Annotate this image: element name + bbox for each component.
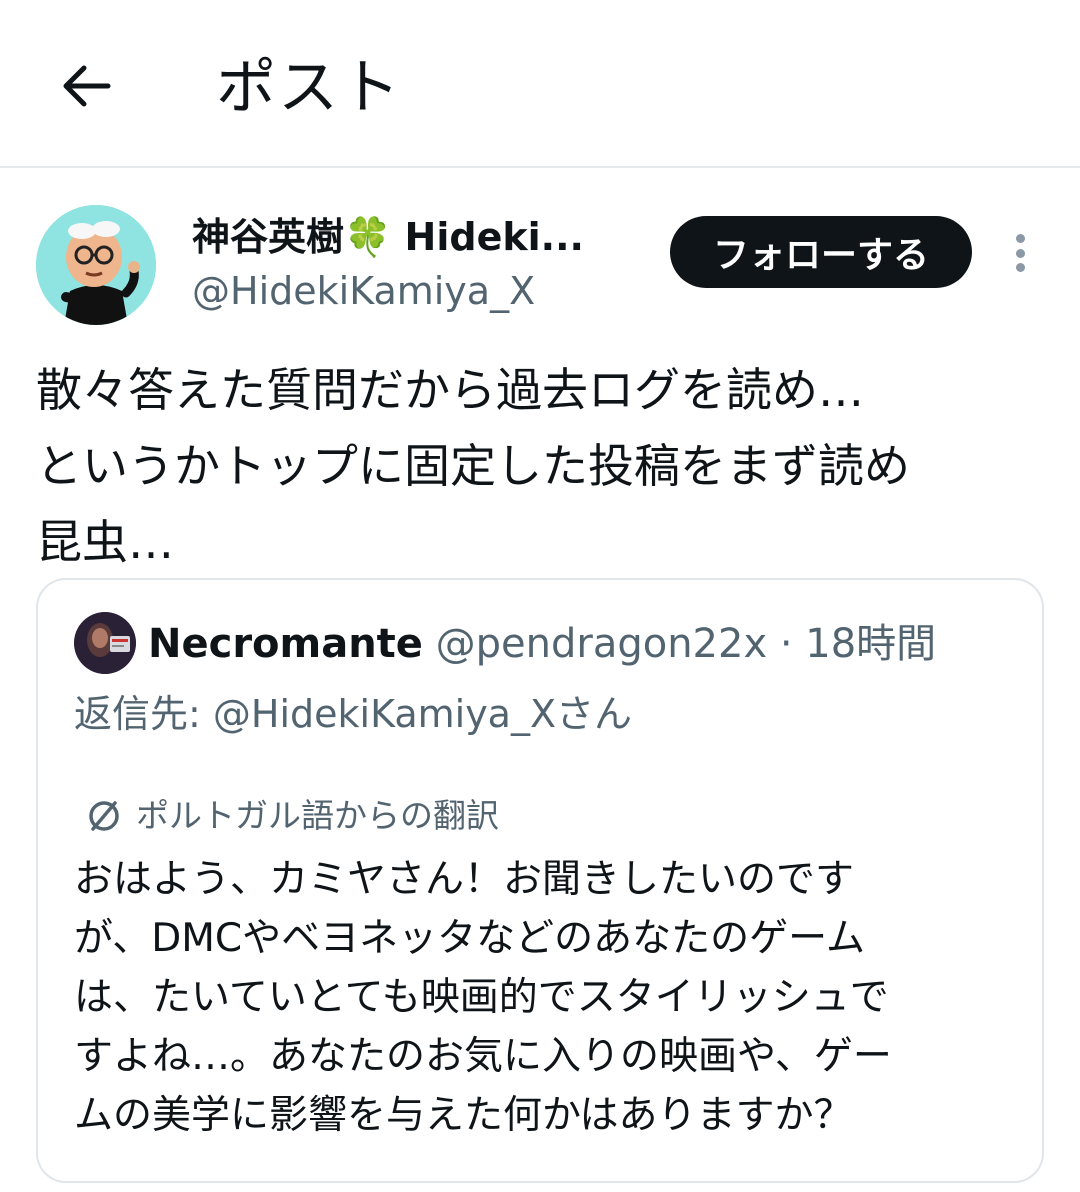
quoted-text-line: は、たいていとても映画的でスタイリッシュで	[74, 975, 889, 1020]
page-title: ポスト	[216, 53, 402, 123]
quoted-author-name[interactable]: Necromante	[148, 621, 423, 667]
follow-button[interactable]: フォローする	[670, 216, 972, 288]
quoted-post-text: おはよう、カミヤさん！お聞きしたいのです が、DMCやベヨネッタなどのあなたのゲ…	[74, 850, 1004, 1145]
quoted-post-card[interactable]: Necromante @pendragon22x · 18時間 返信先: @Hi…	[36, 578, 1044, 1183]
post-text-line: 散々答えた質問だから過去ログを読め…	[36, 363, 864, 417]
quoted-text-line: ムの美学に影響を与えた何かはありますか？	[74, 1093, 853, 1138]
post-text: 散々答えた質問だから過去ログを読め… というかトップに固定した投稿をまず読め 昆…	[36, 352, 1036, 580]
top-bar: ポスト	[0, 0, 1080, 168]
translation-label: ポルトガル語からの翻訳	[136, 796, 499, 835]
author-avatar[interactable]	[36, 205, 156, 325]
quoted-author-avatar	[74, 612, 136, 674]
post-text-line: 昆虫…	[36, 515, 174, 569]
post-text-line: というかトップに固定した投稿をまず読め	[36, 439, 910, 493]
quoted-text-line: おはよう、カミヤさん！お聞きしたいのです	[74, 857, 855, 902]
quoted-text-line: が、DMCやベヨネッタなどのあなたのゲーム	[74, 916, 865, 961]
author-display-name[interactable]: 神谷英樹🍀 Hideki...	[192, 212, 612, 262]
translation-note: ポルトガル語からの翻訳	[84, 794, 499, 838]
author-handle[interactable]: @HidekiKamiya_X	[192, 266, 535, 316]
more-vertical-icon	[1015, 234, 1025, 243]
quoted-text-line: すよね…。あなたのお気に入りの映画や、ゲー	[74, 1034, 892, 1079]
quoted-post-header: Necromante @pendragon22x · 18時間	[148, 618, 936, 670]
arrow-left-icon	[58, 58, 114, 118]
more-button[interactable]	[1000, 228, 1040, 278]
back-button[interactable]	[48, 50, 124, 126]
reply-to-label: 返信先: @HidekiKamiya_Xさん	[74, 692, 632, 736]
quoted-author-handle[interactable]: @pendragon22x	[436, 621, 767, 667]
translate-icon	[84, 796, 124, 836]
quoted-post-time: 18時間	[805, 621, 937, 667]
separator-dot: ·	[779, 621, 793, 667]
